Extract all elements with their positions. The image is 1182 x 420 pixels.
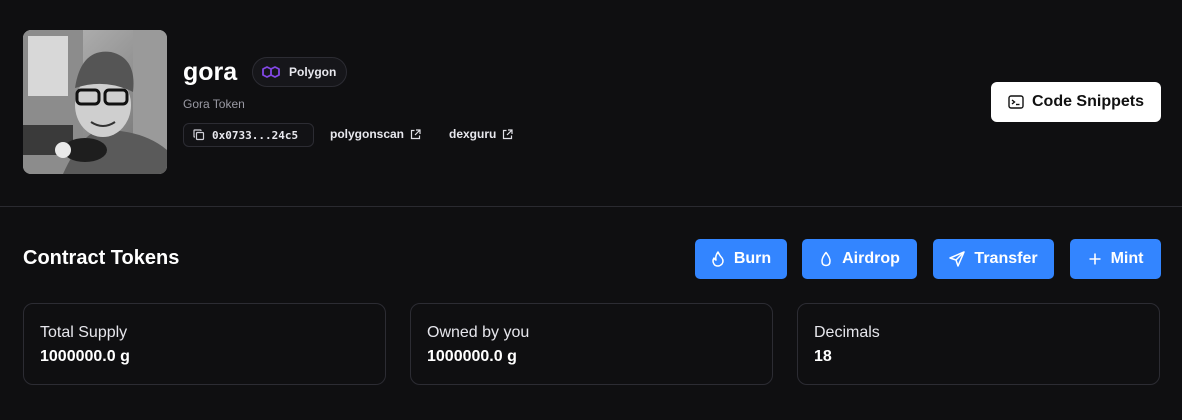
chain-badge: Polygon xyxy=(252,57,348,87)
address-text: 0x0733...24c5 xyxy=(212,128,299,142)
mint-button[interactable]: Mint xyxy=(1070,239,1161,279)
airdrop-label: Airdrop xyxy=(842,250,900,267)
dexguru-link-label: dexguru xyxy=(449,127,497,141)
terminal-icon xyxy=(1008,94,1024,110)
polygonscan-link[interactable]: polygonscan xyxy=(330,127,421,141)
copy-address-button[interactable]: 0x0733...24c5 xyxy=(183,123,314,147)
dexguru-link[interactable]: dexguru xyxy=(449,127,513,141)
burn-label: Burn xyxy=(733,250,772,267)
chain-badge-label: Polygon xyxy=(289,65,337,79)
copy-icon xyxy=(193,129,205,141)
code-snippets-label: Code Snippets xyxy=(1031,93,1144,110)
stat-card-owned: Owned by you 1000000.0 g xyxy=(410,303,773,385)
code-snippets-button[interactable]: Code Snippets xyxy=(991,82,1161,122)
external-link-icon xyxy=(502,128,513,140)
droplet-icon xyxy=(819,251,833,267)
stat-card-total-supply: Total Supply 1000000.0 g xyxy=(23,303,386,385)
plus-icon xyxy=(1088,252,1102,266)
transfer-button[interactable]: Transfer xyxy=(933,239,1054,279)
token-name: gora xyxy=(183,58,238,86)
stat-label: Total Supply xyxy=(40,324,128,341)
mint-label: Mint xyxy=(1110,250,1144,267)
token-avatar xyxy=(23,30,167,174)
stat-value: 1000000.0 g xyxy=(40,348,130,365)
polygon-icon xyxy=(261,64,281,80)
token-header: gora Polygon Gora Token 0x0733...24c5 po… xyxy=(0,0,1182,206)
stat-value: 18 xyxy=(814,348,832,365)
stat-label: Owned by you xyxy=(427,324,530,341)
section-divider xyxy=(0,206,1182,207)
stat-value: 1000000.0 g xyxy=(427,348,517,365)
stat-label: Decimals xyxy=(814,324,880,341)
transfer-label: Transfer xyxy=(974,250,1038,267)
flame-icon xyxy=(711,251,725,267)
section-title: Contract Tokens xyxy=(23,247,180,269)
external-link-icon xyxy=(410,128,421,140)
airdrop-button[interactable]: Airdrop xyxy=(802,239,917,279)
polygonscan-link-label: polygonscan xyxy=(330,127,405,141)
burn-button[interactable]: Burn xyxy=(695,239,787,279)
send-icon xyxy=(949,251,966,267)
token-subtitle: Gora Token xyxy=(183,97,245,111)
stat-card-decimals: Decimals 18 xyxy=(797,303,1160,385)
